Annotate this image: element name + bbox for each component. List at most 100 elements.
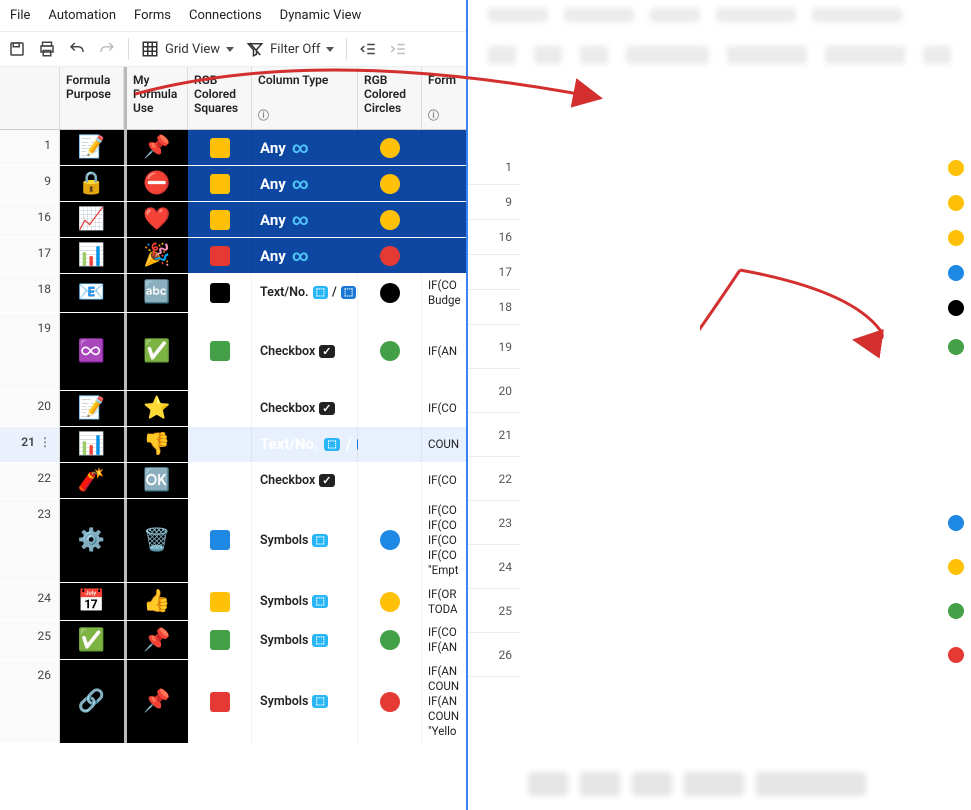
cell-rgb-circle[interactable]	[358, 583, 422, 621]
menu-forms[interactable]: Forms	[134, 8, 171, 23]
cell-rgb-circle[interactable]	[358, 274, 422, 312]
cell-rgb-square[interactable]	[188, 238, 252, 273]
save-icon[interactable]	[8, 40, 26, 58]
cell-column-type[interactable]: Text/No. ⬚/⬚	[252, 427, 358, 462]
redo-icon[interactable]	[98, 40, 116, 58]
cell-rgb-circle[interactable]	[358, 238, 422, 273]
cell-formula-purpose[interactable]: 🧨	[60, 463, 124, 498]
cell-rgb-square[interactable]	[188, 391, 252, 426]
cell-column-type[interactable]: Any ∞	[252, 166, 358, 201]
cell-rgb-square[interactable]	[188, 166, 252, 201]
cell-formula[interactable]: IF(CO IF(AN	[422, 621, 466, 659]
cell-rgb-circle[interactable]	[358, 463, 422, 498]
cell-formula-purpose[interactable]: ⚙️	[60, 499, 124, 582]
cell-formula[interactable]: COUN	[422, 427, 466, 462]
menu-dynamic-view[interactable]: Dynamic View	[280, 8, 362, 23]
cell-formula[interactable]: IF(CO IF(CO IF(CO IF(CO "Empt	[422, 499, 466, 582]
cell-formula[interactable]: IF(CO	[422, 463, 466, 498]
cell-rgb-circle[interactable]	[358, 166, 422, 201]
cell-column-type[interactable]: Symbols ⬚	[252, 499, 358, 582]
cell-formula-purpose[interactable]: 📊	[60, 427, 124, 462]
table-row[interactable]: 16📈❤️Any ∞	[0, 202, 466, 238]
cell-rgb-square[interactable]	[188, 583, 252, 621]
grid[interactable]: Formula Purpose My Formula Use RGB Color…	[0, 67, 466, 810]
table-row[interactable]: 1📝📌Any ∞	[0, 130, 466, 166]
cell-rgb-circle[interactable]	[358, 391, 422, 426]
cell-formula-purpose[interactable]: 📅	[60, 583, 124, 621]
menu-connections[interactable]: Connections	[189, 8, 262, 23]
cell-formula[interactable]	[422, 166, 466, 201]
cell-formula[interactable]: IF(OR TODA	[422, 583, 466, 621]
cell-rgb-circle[interactable]	[358, 427, 422, 462]
filter-button[interactable]: Filter Off	[246, 40, 334, 58]
cell-rgb-square[interactable]	[188, 427, 252, 462]
cell-my-formula-use[interactable]: ✅	[124, 313, 188, 390]
table-row[interactable]: 9🔒⛔Any ∞	[0, 166, 466, 202]
cell-my-formula-use[interactable]: 🆗	[124, 463, 188, 498]
cell-my-formula-use[interactable]: ❤️	[124, 202, 188, 237]
cell-rgb-circle[interactable]	[358, 660, 422, 743]
col-rgb-circles[interactable]: RGB Colored Circles	[358, 67, 422, 129]
print-icon[interactable]	[38, 40, 56, 58]
cell-column-type[interactable]: Text/No. ⬚/⬚	[252, 274, 358, 312]
col-formula[interactable]: Formⓘ	[422, 67, 466, 129]
table-row[interactable]: 22🧨🆗Checkbox ✓IF(CO	[0, 463, 466, 499]
cell-rgb-square[interactable]	[188, 660, 252, 743]
cell-my-formula-use[interactable]: ⭐	[124, 391, 188, 426]
cell-rgb-circle[interactable]	[358, 499, 422, 582]
col-column-type[interactable]: Column Typeⓘ	[252, 67, 358, 129]
cell-rgb-circle[interactable]	[358, 621, 422, 659]
col-rgb-squares[interactable]: RGB Colored Squares	[188, 67, 252, 129]
cell-formula[interactable]	[422, 202, 466, 237]
cell-formula-purpose[interactable]: 📊	[60, 238, 124, 273]
cell-formula-purpose[interactable]: ✅	[60, 621, 124, 659]
cell-formula-purpose[interactable]: 📈	[60, 202, 124, 237]
cell-column-type[interactable]: Any ∞	[252, 238, 358, 273]
table-row[interactable]: 23⚙️🗑️Symbols ⬚IF(CO IF(CO IF(CO IF(CO "…	[0, 499, 466, 583]
cell-my-formula-use[interactable]: 🎉	[124, 238, 188, 273]
cell-column-type[interactable]: Checkbox ✓	[252, 463, 358, 498]
cell-formula[interactable]	[422, 130, 466, 165]
menu-automation[interactable]: Automation	[48, 8, 116, 23]
cell-formula-purpose[interactable]: 📝	[60, 391, 124, 426]
cell-formula-purpose[interactable]: 🔒	[60, 166, 124, 201]
cell-my-formula-use[interactable]: 🔤	[124, 274, 188, 312]
table-row[interactable]: 19♾️✅Checkbox ✓IF(AN	[0, 313, 466, 391]
table-row[interactable]: 25✅📌Symbols ⬚IF(CO IF(AN	[0, 621, 466, 660]
cell-my-formula-use[interactable]: 📌	[124, 621, 188, 659]
cell-formula-purpose[interactable]: 📝	[60, 130, 124, 165]
cell-my-formula-use[interactable]: 📌	[124, 130, 188, 165]
table-row[interactable]: 18📧🔤Text/No. ⬚/⬚IF(CO Budge	[0, 274, 466, 313]
table-row[interactable]: 17📊🎉Any ∞	[0, 238, 466, 274]
indent-icon[interactable]	[389, 40, 407, 58]
cell-my-formula-use[interactable]: 🗑️	[124, 499, 188, 582]
cell-formula[interactable]: IF(AN COUN IF(AN COUN "Yello	[422, 660, 466, 743]
cell-column-type[interactable]: Symbols ⬚	[252, 583, 358, 621]
cell-my-formula-use[interactable]: 👍	[124, 583, 188, 621]
cell-column-type[interactable]: Any ∞	[252, 130, 358, 165]
cell-column-type[interactable]: Symbols ⬚	[252, 621, 358, 659]
cell-formula[interactable]	[422, 238, 466, 273]
cell-formula[interactable]: IF(AN	[422, 313, 466, 390]
outdent-icon[interactable]	[359, 40, 377, 58]
cell-rgb-square[interactable]	[188, 274, 252, 312]
cell-rgb-square[interactable]	[188, 313, 252, 390]
table-row[interactable]: 21 ⋮📊👎Text/No. ⬚/⬚COUN	[0, 427, 466, 463]
grid-view-button[interactable]: Grid View	[141, 40, 234, 58]
undo-icon[interactable]	[68, 40, 86, 58]
col-formula-purpose[interactable]: Formula Purpose	[60, 67, 124, 129]
cell-column-type[interactable]: Checkbox ✓	[252, 391, 358, 426]
table-row[interactable]: 26🔗📌Symbols ⬚IF(AN COUN IF(AN COUN "Yell…	[0, 660, 466, 744]
cell-rgb-circle[interactable]	[358, 313, 422, 390]
cell-column-type[interactable]: Symbols ⬚	[252, 660, 358, 743]
col-my-formula-use[interactable]: My Formula Use	[124, 67, 188, 129]
cell-rgb-circle[interactable]	[358, 202, 422, 237]
cell-rgb-square[interactable]	[188, 621, 252, 659]
cell-my-formula-use[interactable]: ⛔	[124, 166, 188, 201]
cell-rgb-circle[interactable]	[358, 130, 422, 165]
cell-rgb-square[interactable]	[188, 130, 252, 165]
cell-rgb-square[interactable]	[188, 499, 252, 582]
menu-file[interactable]: File	[10, 8, 30, 23]
cell-column-type[interactable]: Any ∞	[252, 202, 358, 237]
cell-formula-purpose[interactable]: ♾️	[60, 313, 124, 390]
